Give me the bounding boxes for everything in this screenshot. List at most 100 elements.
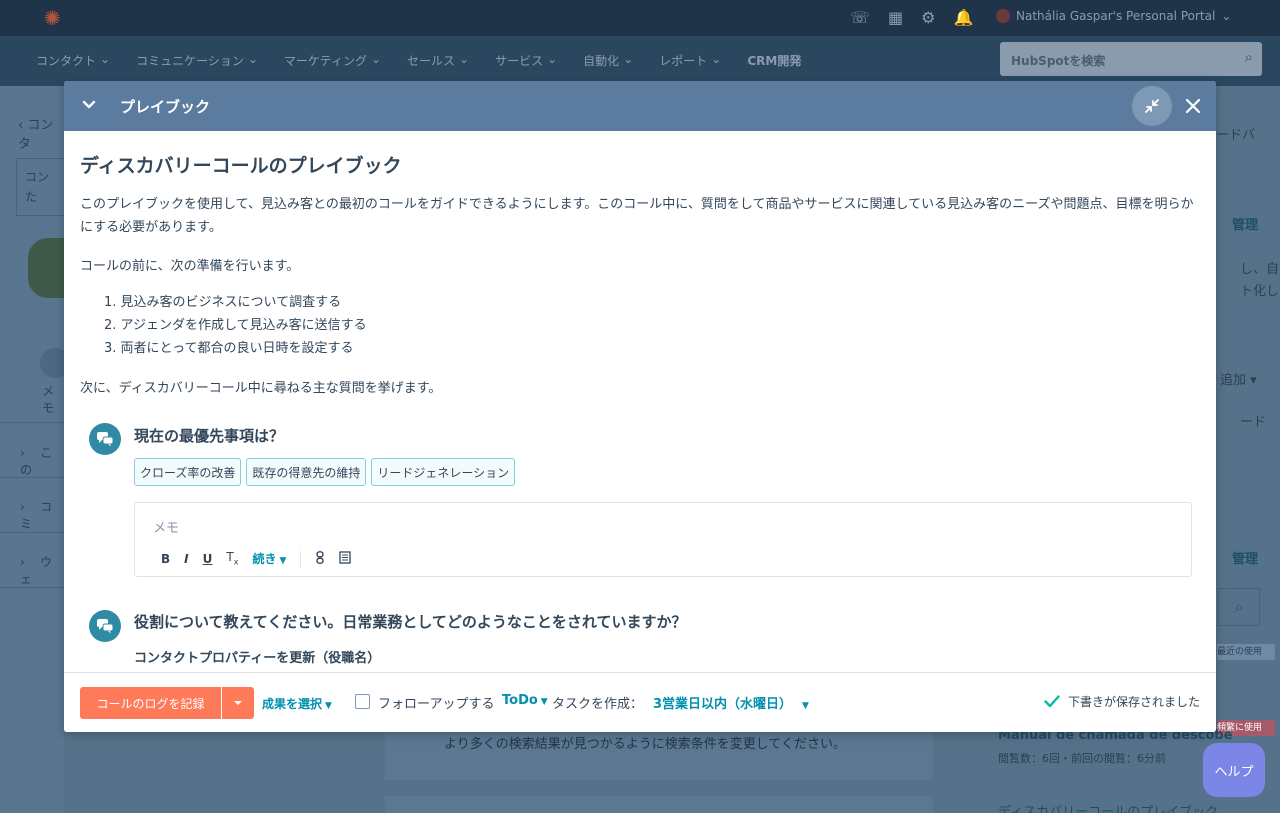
caret-down-icon: ▼ — [540, 697, 548, 707]
nav-marketing[interactable]: マーケティング — [284, 52, 367, 69]
memo-placeholder: メモ — [153, 521, 180, 536]
modal-body[interactable]: ディスカバリーコールのプレイブック このプレイブックを使用して、見込み客との最初… — [64, 131, 1216, 672]
record-sidebar-bg: ‹ コンタ コン た メモ › この › コミ › ウェ — [0, 86, 70, 813]
marketplace-icon[interactable]: ▦ — [888, 8, 903, 27]
prep-heading: コールの前に、次の準備を行います。 — [80, 259, 300, 274]
chevron-down-icon: ⌄ — [459, 52, 470, 66]
card-text: コン — [25, 170, 50, 184]
memo-label: メモ — [42, 384, 55, 415]
playbook-title: ディスカバリーコールのプレイブック — [80, 155, 402, 177]
property-update-label: コンタクトプロパティーを更新（役職名） — [134, 651, 381, 666]
settings-gear-icon[interactable]: ⚙ — [921, 8, 935, 27]
chevron-down-icon: ⌄ — [370, 52, 382, 66]
search-placeholder: HubSpotを検索 — [1011, 54, 1106, 68]
right-text: ードバ — [1216, 128, 1256, 143]
right-text: ード — [1240, 415, 1267, 430]
chevron-down-icon: ⌄ — [1221, 9, 1232, 23]
chevron-down-icon: ⌄ — [547, 52, 558, 66]
snippet-icon[interactable] — [339, 550, 352, 567]
modal-title: プレイブック — [120, 98, 211, 116]
divider — [0, 532, 64, 533]
nav-reports[interactable]: レポート — [659, 52, 707, 69]
section-comm[interactable]: › コミ — [20, 498, 64, 532]
section-web[interactable]: › ウェ — [20, 553, 64, 587]
log-call-button[interactable]: コールのログを記録 — [80, 687, 221, 719]
italic-icon[interactable]: I — [184, 552, 188, 566]
right-text: し、自 — [1240, 262, 1280, 277]
card-text: た — [25, 190, 38, 204]
checkmark-icon — [1044, 695, 1060, 708]
help-button[interactable]: ヘルプ — [1203, 743, 1265, 797]
question-title: 役割について教えてください。日常業務としてどのようなことをされていますか？ — [134, 613, 687, 631]
hubspot-logo-icon[interactable]: ✺ — [44, 6, 61, 30]
option-tag[interactable]: 既存の得意先の維持 — [246, 458, 367, 486]
modal-header: プレイブック — [64, 81, 1216, 131]
collapse-chevron-icon[interactable] — [80, 96, 98, 114]
followup-checkbox[interactable] — [355, 694, 370, 709]
top-icons: ☏ ▦ ⚙ 🔔 — [850, 8, 973, 27]
underline-icon[interactable]: U — [203, 552, 213, 566]
divider — [0, 422, 64, 423]
chevron-down-icon: ⌄ — [623, 52, 634, 66]
question-chat-icon — [89, 423, 121, 455]
caret-down-icon: ▼ — [325, 701, 332, 711]
rich-text-toolbar: B I U Tx 続き ▼ — [161, 550, 352, 567]
right-text: ト化し — [1240, 284, 1280, 299]
minimize-button[interactable] — [1132, 86, 1172, 126]
modal-footer: コールのログを記録 成果を選択 ▼ フォローアップする ToDo ▼ タスクを作成：… — [64, 672, 1216, 732]
close-button[interactable] — [1182, 95, 1204, 117]
log-call-dropdown-button[interactable] — [222, 687, 254, 719]
nav-automation[interactable]: 自動化 — [583, 52, 619, 69]
question-title: 現在の最優先事項は？ — [134, 427, 285, 445]
list-item: 3. 両者にとって都合の良い日時を設定する — [104, 341, 354, 356]
nav-communication[interactable]: コミュニケーション — [136, 52, 244, 69]
divider — [0, 587, 64, 588]
playbook-item-title[interactable]: ディスカバリーコールのプレイブック — [998, 801, 1218, 813]
calling-icon[interactable]: ☏ — [850, 8, 870, 27]
playbook-item-views: 閲覧数：6回・前回の閲覧：6分前 — [998, 752, 1166, 765]
list-item: 1. 見込み客のビジネスについて調査する — [104, 295, 342, 310]
save-status-text: 下書きが保存されました — [1068, 695, 1201, 709]
nav-service[interactable]: サービス — [495, 52, 543, 69]
record-card-bg: コン た — [16, 158, 64, 216]
top-bar: ✺ ☏ ▦ ⚙ 🔔 Nathália Gaspar's Personal Por… — [0, 0, 1280, 36]
more-formatting-dropdown[interactable]: 続き ▼ — [252, 550, 286, 567]
option-tag[interactable]: リードジェネレーション — [371, 458, 516, 486]
playbook-intro: このプレイブックを使用して、見込み客との最初のコールをガイドできるようにします。… — [80, 197, 1194, 235]
search-icon[interactable]: ⌕ — [1218, 588, 1260, 626]
outcome-dropdown[interactable]: 成果を選択 ▼ — [262, 695, 332, 712]
caret-down-icon: ▼ — [802, 701, 809, 711]
right-sidebar-bg: ードバ 管理 し、自 ト化し 追加 ▾ ード 管理 ⌕ 最近の使用 頻繁に使用 — [1216, 86, 1280, 813]
memo-editor[interactable]: メモ B I U Tx 続き ▼ — [134, 502, 1192, 577]
contact-avatar — [28, 238, 68, 298]
nav-contacts[interactable]: コンタクト — [36, 52, 96, 69]
caret-down-icon — [234, 701, 242, 705]
section-this[interactable]: › この — [20, 444, 64, 478]
option-tag[interactable]: クローズ率の改善 — [134, 458, 242, 486]
search-icon[interactable]: ⌕ — [1245, 48, 1253, 66]
question-chat-icon — [89, 610, 121, 642]
portal-name: Nathália Gaspar's Personal Portal — [1016, 9, 1216, 23]
add-dropdown[interactable]: 追加 ▾ — [1220, 369, 1257, 388]
link-icon[interactable] — [315, 550, 325, 567]
clear-format-icon[interactable]: Tx — [226, 550, 238, 566]
chevron-down-icon: ⌄ — [711, 52, 722, 66]
followup-label: フォローアップする — [378, 697, 495, 712]
nav-crm-dev[interactable]: CRM開発 — [747, 52, 801, 69]
account-avatar — [996, 9, 1010, 23]
list-item: 2. アジェンダを作成して見込み客に送信する — [104, 318, 367, 333]
divider — [0, 477, 64, 478]
notification-bell-icon[interactable]: 🔔 — [953, 8, 973, 27]
minimize-arrows-icon — [1145, 99, 1159, 113]
manage-link[interactable]: 管理 — [1232, 214, 1258, 233]
nav-sales[interactable]: セールス — [407, 52, 455, 69]
back-breadcrumb[interactable]: ‹ コンタ — [18, 114, 64, 152]
close-icon — [1185, 98, 1201, 114]
task-type-dropdown[interactable]: ToDo ▼ — [502, 693, 548, 708]
bold-icon[interactable]: B — [161, 552, 170, 566]
portal-menu[interactable]: Nathália Gaspar's Personal Portal ⌄ — [996, 9, 1231, 23]
due-date-dropdown[interactable]: 3営業日以内（水曜日） ▼ — [653, 693, 809, 712]
recent-badge: 最近の使用 — [1217, 644, 1275, 660]
manage-link[interactable]: 管理 — [1232, 548, 1258, 567]
global-search-input[interactable]: HubSpotを検索 ⌕ — [1000, 42, 1262, 76]
